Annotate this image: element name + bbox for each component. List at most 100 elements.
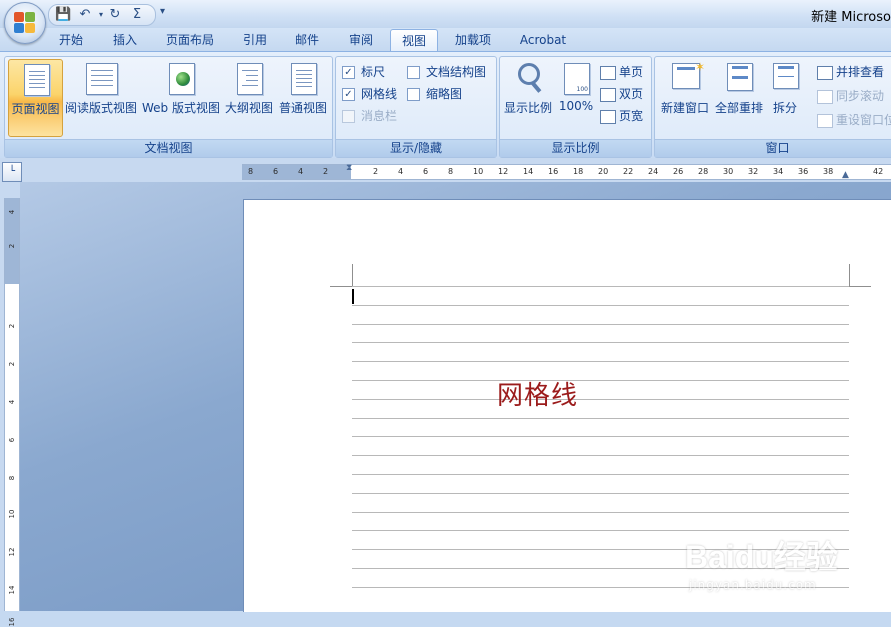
sigma-icon[interactable]: Σ [129, 7, 145, 23]
ruler-checkbox[interactable]: ✓ 标尺 [342, 63, 385, 80]
vertical-ruler-tick-label: 4 [8, 209, 16, 215]
ruler-tick-label: 18 [573, 167, 584, 176]
synchronous-scrolling-button[interactable]: 同步滚动 [817, 87, 884, 104]
vertical-ruler-tick-label: 14 [8, 585, 16, 595]
reading-view-button[interactable]: 阅读版式视图 [63, 59, 139, 135]
draft-view-icon [291, 63, 317, 95]
gridline [352, 380, 849, 381]
checkmark-icon: ✓ [342, 88, 355, 101]
indent-marker-icon[interactable]: ⧗ [346, 163, 352, 173]
undo-icon[interactable]: ↶ [77, 7, 93, 23]
document-text[interactable]: 网格线 [497, 375, 578, 412]
page-view-icon [23, 64, 50, 96]
vertical-ruler-tick-label: 10 [8, 509, 16, 519]
gridlines-checkbox[interactable]: ✓ 网格线 [342, 85, 397, 102]
group-document-views: 页面视图 阅读版式视图 Web 版式视图 大纲视图 普通视图 文档视图 [4, 56, 333, 158]
tab-stop-selector[interactable]: └ [2, 162, 22, 182]
magnifier-icon [518, 63, 540, 85]
new-window-button[interactable]: ✶ 新建窗口 [657, 59, 713, 135]
two-pages-icon [600, 87, 616, 102]
document-map-checkbox[interactable]: 文档结构图 [407, 63, 486, 80]
ruler-tick-label: 14 [523, 167, 534, 176]
group-label-window: 窗口 [655, 139, 891, 157]
ruler-tick-label: 36 [798, 167, 809, 176]
ruler-left-margin [242, 165, 351, 179]
customize-qat-icon[interactable]: ▾ [160, 6, 165, 17]
page-width-icon [600, 109, 616, 124]
thumbnails-checkbox[interactable]: 缩略图 [407, 85, 462, 102]
ruler-tick-label: 34 [773, 167, 784, 176]
gridline [352, 323, 849, 325]
one-page-icon [600, 65, 616, 80]
gridline [352, 436, 849, 438]
two-pages-button[interactable]: 双页 [600, 85, 643, 102]
ruler-tick-label: 12 [498, 167, 509, 176]
right-indent-marker-icon[interactable]: ▲ [842, 170, 849, 180]
gridline [352, 492, 849, 494]
tab-mailings[interactable]: 邮件 [284, 29, 330, 51]
gridline [352, 342, 849, 344]
zoom-100-button[interactable]: 100 100% [556, 59, 596, 135]
web-view-globe-icon [169, 63, 195, 95]
ruler-tick-label: 26 [673, 167, 684, 176]
zoom-100-page-icon: 100 [564, 63, 590, 95]
group-zoom: 显示比例 100 100% 单页 双页 页宽 显示比例 [499, 56, 652, 158]
sync-scroll-icon [817, 89, 833, 104]
vertical-ruler-tick-label: 2 [8, 243, 16, 249]
ruler-tick-label: 8 [448, 167, 454, 176]
tab-references[interactable]: 引用 [232, 29, 278, 51]
ruler-tick-label: 16 [548, 167, 559, 176]
ruler-tick-label: 8 [248, 167, 254, 176]
window-title: 新建 Microso [811, 10, 891, 25]
ribbon-tab-bar: 开始 插入 页面布局 引用 邮件 审阅 视图 加载项 Acrobat [0, 28, 891, 52]
page-width-button[interactable]: 页宽 [600, 107, 643, 124]
gridline [352, 361, 849, 363]
arrange-all-button[interactable]: 全部重排 [713, 59, 765, 135]
web-view-button[interactable]: Web 版式视图 [141, 59, 221, 135]
tab-addins[interactable]: 加载项 [446, 29, 500, 51]
watermark-brand: Baidu经验 [685, 539, 838, 575]
gridline [352, 417, 849, 419]
ruler-tick-label: 24 [648, 167, 659, 176]
vertical-ruler-tick-label: 6 [8, 437, 16, 443]
save-icon[interactable]: 💾 [55, 7, 71, 23]
watermark-url: jingyan.baidu.com [689, 578, 817, 592]
crop-mark [849, 286, 871, 287]
outline-view-button[interactable]: 大纲视图 [223, 59, 275, 135]
zoom-button[interactable]: 显示比例 [502, 59, 554, 135]
tab-page-layout[interactable]: 页面布局 [156, 29, 224, 51]
ruler-tick-label: 4 [298, 167, 304, 176]
vertical-ruler-tick-label: 2 [8, 361, 16, 367]
page-view-button[interactable]: 页面视图 [8, 59, 63, 137]
tab-insert[interactable]: 插入 [102, 29, 148, 51]
redo-icon[interactable]: ↻ [107, 7, 123, 23]
one-page-button[interactable]: 单页 [600, 63, 643, 80]
gridline [352, 304, 849, 306]
tab-view[interactable]: 视图 [390, 29, 438, 52]
crop-mark [352, 264, 353, 286]
reset-window-icon [817, 113, 833, 128]
tab-review[interactable]: 审阅 [338, 29, 384, 51]
group-show-hide: ✓ 标尺 ✓ 网格线 消息栏 文档结构图 缩略图 显示/隐藏 [335, 56, 497, 158]
tab-acrobat[interactable]: Acrobat [512, 29, 574, 51]
split-button[interactable]: 拆分 [765, 59, 805, 135]
ruler-tick-label: 22 [623, 167, 634, 176]
vertical-ruler-tick-label: 4 [8, 399, 16, 405]
new-window-icon: ✶ [672, 60, 705, 89]
view-side-by-side-button[interactable]: 并排查看 [817, 63, 884, 80]
office-button[interactable] [4, 2, 46, 44]
horizontal-ruler[interactable]: 8 6 4 2 2 4 6 8 10 12 14 16 18 20 22 24 26 28 30 32 34 36 38 42… [242, 163, 891, 180]
checkmark-icon: ✓ [342, 66, 355, 79]
draft-view-button[interactable]: 普通视图 [277, 59, 329, 135]
office-logo-icon [14, 12, 36, 34]
message-bar-checkbox[interactable]: 消息栏 [342, 107, 397, 124]
vertical-ruler-tick-label: 12 [8, 547, 16, 557]
tab-home[interactable]: 开始 [48, 29, 94, 51]
split-icon [773, 63, 799, 89]
vertical-ruler[interactable]: 4 2 2 2 4 6 8 10 12 14 16 [4, 198, 20, 626]
group-label-document-views: 文档视图 [5, 139, 332, 157]
ruler-tick-label: 6 [273, 167, 279, 176]
reset-window-position-button[interactable]: 重设窗口位 [817, 111, 891, 128]
group-label-show-hide: 显示/隐藏 [336, 139, 496, 157]
ruler-tick-label: 42 [873, 167, 884, 176]
